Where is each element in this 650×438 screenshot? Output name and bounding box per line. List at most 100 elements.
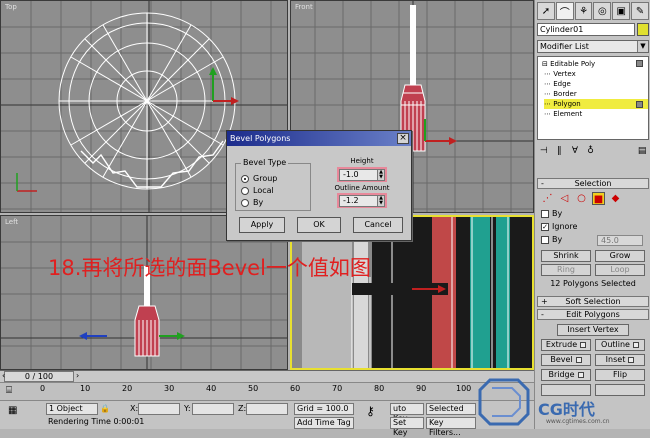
- settings-icon[interactable]: [580, 341, 587, 348]
- key-icon[interactable]: ⚷: [366, 405, 375, 417]
- extrude-button[interactable]: Extrude: [541, 339, 591, 351]
- set-key-button[interactable]: Set Key: [390, 417, 424, 437]
- border-icon[interactable]: ○: [575, 192, 588, 205]
- stack-item-polygon[interactable]: ⋯ Polygon: [544, 99, 648, 109]
- track-bar[interactable]: ⌸ 0 10 20 30 40 50 60 70 80 90 100: [0, 382, 534, 400]
- utilities-tab-icon[interactable]: ✎: [631, 2, 649, 20]
- spinner-arrows-icon[interactable]: ▲ ▼: [377, 170, 384, 180]
- checkbox-box: [541, 209, 549, 218]
- z-coordinate-input[interactable]: [246, 403, 288, 415]
- cancel-button[interactable]: Cancel: [353, 217, 403, 233]
- object-color-swatch[interactable]: [637, 23, 649, 36]
- edit-polygons-rollout-header[interactable]: - Edit Polygons: [537, 309, 649, 320]
- checkbox-label: Ignore: [552, 222, 578, 231]
- tick-label: 70: [332, 384, 343, 393]
- y-coordinate-input[interactable]: [192, 403, 234, 415]
- stack-item-label: Polygon: [553, 100, 581, 108]
- create-tab-icon[interactable]: ➚: [537, 2, 555, 20]
- insert-vertex-button[interactable]: Insert Vertex: [557, 324, 629, 336]
- x-coordinate-input[interactable]: [138, 403, 180, 415]
- motion-tab-icon[interactable]: ◎: [593, 2, 612, 20]
- key-filters-button[interactable]: Key Filters...: [426, 417, 476, 437]
- watermark-url: www.cgtimes.com.cn: [546, 418, 610, 425]
- dialog-title: Bevel Polygons: [230, 134, 291, 143]
- command-panel: ➚ ⌒ ⚘ ◎ ▣ ✎ Cylinder01 Modifier List ▼ ⊟ …: [534, 0, 650, 429]
- stack-item-label: Border: [553, 90, 577, 98]
- rollout-minus-icon: -: [541, 179, 544, 188]
- mini-curve-editor-icon[interactable]: ⌸: [6, 385, 20, 397]
- angle-spinner[interactable]: 45.0: [597, 235, 643, 246]
- stack-item-label: Editable Poly: [550, 60, 596, 68]
- settings-icon[interactable]: [632, 341, 639, 348]
- stack-item-editable-poly[interactable]: ⊟ Editable Poly: [542, 59, 595, 69]
- vertex-icon[interactable]: ⋰: [541, 192, 554, 205]
- selection-rollout-header[interactable]: - Selection: [537, 178, 649, 189]
- settings-icon[interactable]: [577, 371, 584, 378]
- soft-selection-rollout-header[interactable]: + Soft Selection: [537, 296, 649, 307]
- chevron-right-icon[interactable]: ›: [76, 371, 79, 380]
- extrude-along-spline-button[interactable]: [595, 384, 645, 396]
- apply-button[interactable]: Apply: [239, 217, 285, 233]
- stack-toggle-icon[interactable]: [636, 60, 643, 67]
- ignore-backfacing-checkbox[interactable]: ✓ Ignore: [541, 221, 577, 232]
- lock-icon[interactable]: 🔒: [100, 403, 110, 415]
- show-end-result-icon[interactable]: ‖: [553, 144, 567, 158]
- stack-item-border[interactable]: ⋯ Border: [544, 89, 644, 99]
- time-slider-thumb[interactable]: 0 / 100: [4, 371, 74, 382]
- object-name-input[interactable]: Cylinder01: [537, 23, 635, 36]
- polygon-icon[interactable]: ■: [592, 191, 605, 205]
- radio-group[interactable]: Group: [241, 173, 277, 184]
- radio-dot: [241, 186, 249, 195]
- modify-tab-icon[interactable]: ⌒: [555, 2, 574, 20]
- cg-logo-icon: [478, 378, 530, 426]
- dialog-titlebar[interactable]: Bevel Polygons ×: [227, 131, 411, 146]
- make-unique-icon[interactable]: ∀: [568, 144, 582, 158]
- ok-button[interactable]: OK: [297, 217, 341, 233]
- modifier-list-dropdown[interactable]: Modifier List ▼: [537, 40, 649, 53]
- outline-amount-spinner[interactable]: -1.2 ▲ ▼: [339, 195, 385, 207]
- time-slider[interactable]: 0 / 100 ‹ ›: [0, 370, 534, 382]
- pin-stack-icon[interactable]: ⊣: [537, 144, 551, 158]
- hinge-button[interactable]: [541, 384, 591, 396]
- configure-sets-icon[interactable]: ▤: [635, 144, 649, 158]
- close-icon[interactable]: ×: [397, 133, 409, 144]
- tick-label: 40: [206, 384, 217, 393]
- settings-icon[interactable]: [575, 356, 582, 363]
- flip-button[interactable]: Flip: [595, 369, 645, 381]
- outline-button[interactable]: Outline: [595, 339, 645, 351]
- modifier-stack: ⊟ Editable Poly ⋯ Vertex ⋯ Edge ⋯ Border…: [537, 56, 649, 140]
- add-time-tag-button[interactable]: Add Time Tag: [294, 417, 354, 429]
- outline-value: -1.2: [343, 196, 359, 205]
- bridge-button[interactable]: Bridge: [541, 369, 591, 381]
- chevron-left-icon[interactable]: ‹: [2, 371, 5, 380]
- spinner-arrows-icon[interactable]: ▲ ▼: [377, 196, 384, 206]
- radio-dot: [241, 174, 249, 183]
- subobject-icons: ⋰ ◁ ○ ■ ◆: [541, 191, 645, 205]
- remove-modifier-icon[interactable]: ♁: [584, 144, 598, 158]
- loop-button[interactable]: Loop: [595, 264, 645, 276]
- stack-item-element[interactable]: ⋯ Element: [544, 109, 644, 119]
- by-angle-checkbox[interactable]: By: [541, 234, 562, 245]
- inset-button[interactable]: Inset: [595, 354, 645, 366]
- grow-button[interactable]: Grow: [595, 250, 645, 262]
- ring-button[interactable]: Ring: [541, 264, 591, 276]
- stack-item-edge[interactable]: ⋯ Edge: [544, 79, 644, 89]
- radio-local[interactable]: Local: [241, 185, 274, 196]
- element-icon[interactable]: ◆: [609, 192, 622, 205]
- maxscript-listener-icon[interactable]: ▦: [8, 405, 17, 416]
- auto-key-button[interactable]: uto Key: [390, 403, 424, 423]
- hierarchy-tab-icon[interactable]: ⚘: [574, 2, 593, 20]
- key-mode-dropdown[interactable]: Selected: [426, 403, 476, 415]
- stack-item-vertex[interactable]: ⋯ Vertex: [544, 69, 644, 79]
- radio-by-polygon[interactable]: By: [241, 197, 263, 208]
- display-tab-icon[interactable]: ▣: [612, 2, 631, 20]
- edge-icon[interactable]: ◁: [558, 192, 571, 205]
- bevel-button[interactable]: Bevel: [541, 354, 591, 366]
- tick-label: 90: [416, 384, 427, 393]
- height-spinner[interactable]: -1.0 ▲ ▼: [339, 169, 385, 181]
- bevel-type-label: Bevel Type: [241, 158, 289, 167]
- stack-toggle-icon[interactable]: [636, 101, 643, 108]
- by-vertex-checkbox[interactable]: By: [541, 208, 562, 219]
- shrink-button[interactable]: Shrink: [541, 250, 591, 262]
- settings-icon[interactable]: [628, 356, 635, 363]
